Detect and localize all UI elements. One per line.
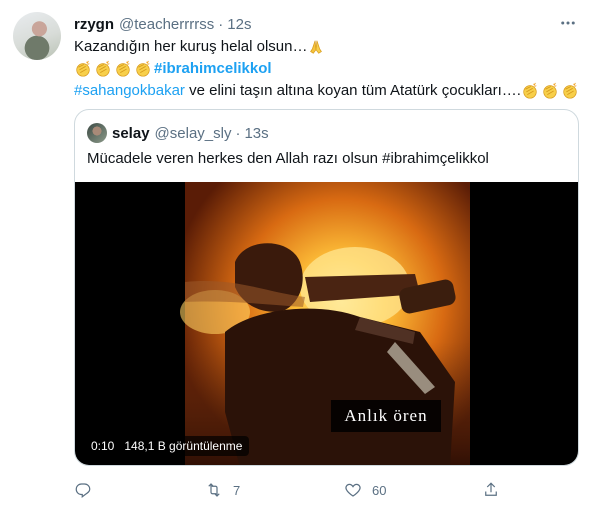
video-player[interactable]: Anlık ören 0:10 148,1 B görüntülenme <box>75 182 578 465</box>
tweet-text-line-3: #sahangokbakar ve elini taşın altına koy… <box>74 81 581 101</box>
quoted-user-handle: @selay_sly <box>154 124 232 142</box>
separator-dot: · <box>218 15 224 33</box>
video-info-badge: 0:10 148,1 B görüntülenme <box>84 436 250 456</box>
heart-icon <box>344 481 362 499</box>
quoted-display-name: selay <box>112 124 150 142</box>
quoted-tweet-text: Mücadele veren herkes den Allah razı ols… <box>87 150 489 167</box>
share-icon <box>482 481 500 499</box>
like-button[interactable]: 60 <box>344 478 386 502</box>
clapping-hands-emoji <box>134 60 152 78</box>
tweet-text-line-2: #ibrahimcelikkol <box>74 59 272 79</box>
separator-dot: · <box>235 124 241 142</box>
retweet-count: 7 <box>233 482 241 498</box>
quoted-tweet-header: selay @selay_sly · 13s <box>87 123 269 143</box>
avatar[interactable] <box>13 12 61 60</box>
like-count: 60 <box>372 482 387 498</box>
reply-icon <box>74 481 92 499</box>
retweet-icon <box>205 481 223 499</box>
tweet-text: Kazandığın her kuruş helal olsun… <box>74 38 308 55</box>
more-options-icon[interactable] <box>557 12 579 34</box>
tweet[interactable]: rzygn @teacherrrrss · 12s Kazandığın her… <box>0 0 589 506</box>
clapping-hands-emoji <box>74 60 92 78</box>
video-frame <box>180 182 470 465</box>
hashtag-link[interactable]: #ibrahimcelikkol <box>154 59 272 79</box>
share-button[interactable] <box>482 478 500 502</box>
tweet-text: ve elini taşın altına koyan tüm Atatürk … <box>184 82 521 99</box>
clapping-hands-emoji <box>521 82 539 100</box>
reply-button[interactable] <box>74 478 102 502</box>
display-name[interactable]: rzygn <box>74 16 114 33</box>
clapping-hands-emoji <box>541 82 559 100</box>
folded-hands-emoji <box>307 38 325 56</box>
clapping-hands-emoji <box>561 82 579 100</box>
retweet-button[interactable]: 7 <box>205 478 240 502</box>
clapping-hands-emoji <box>94 60 112 78</box>
quoted-timestamp: 13s <box>244 124 269 142</box>
video-views: 148,1 B görüntülenme <box>124 439 243 453</box>
quoted-tweet[interactable]: selay @selay_sly · 13s Mücadele veren he… <box>74 109 579 466</box>
action-bar: 7 60 <box>74 478 514 502</box>
tweet-text-line-1: Kazandığın her kuruş helal olsun… <box>74 37 327 57</box>
clapping-hands-emoji <box>114 60 132 78</box>
user-handle[interactable]: @teacherrrrss <box>119 16 214 33</box>
timestamp[interactable]: 12s <box>227 16 251 33</box>
tweet-header: rzygn @teacherrrrss · 12s <box>74 14 251 34</box>
quoted-avatar <box>87 123 107 143</box>
video-subtitle: Anlık ören <box>331 400 441 432</box>
hashtag-link[interactable]: #sahangokbakar <box>74 81 185 101</box>
video-duration: 0:10 <box>91 439 115 453</box>
